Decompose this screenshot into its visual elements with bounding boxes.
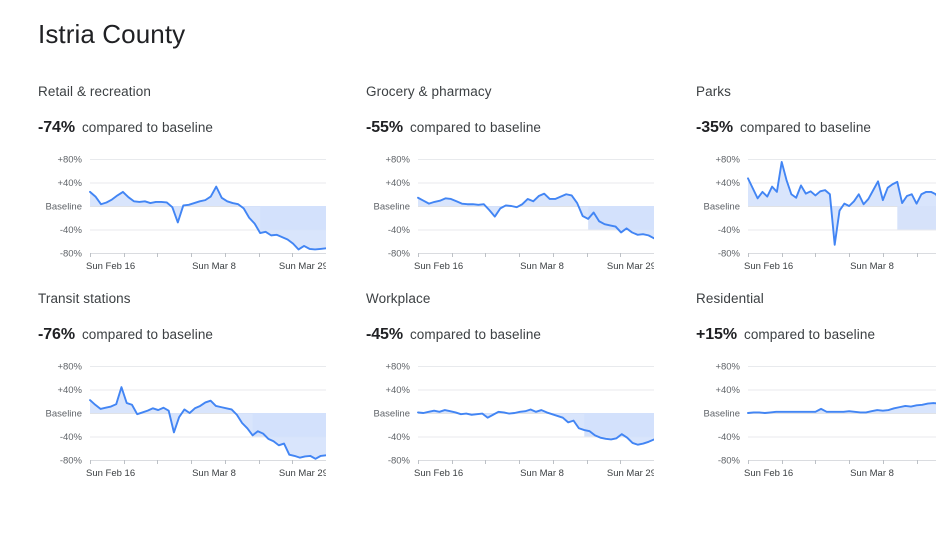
baseline-caption: compared to baseline <box>409 327 542 342</box>
percent-change: -45% <box>366 326 403 343</box>
baseline-caption: compared to baseline <box>743 327 876 342</box>
chart-title: Transit stations <box>38 291 131 306</box>
y-axis-tick-label: +80% <box>385 155 410 166</box>
page-title: Istria County <box>38 19 186 49</box>
x-axis-tick-label: Sun Feb 16 <box>86 468 135 479</box>
percent-change: +15% <box>696 326 737 343</box>
chart-plot[interactable]: +80% +40% Baseline -40% -80% Sun Feb 16 Sun Ma… <box>366 153 654 278</box>
percent-change: -35% <box>696 119 733 136</box>
y-axis-tick-label: +80% <box>715 155 740 166</box>
chart-title: Retail & recreation <box>38 84 151 99</box>
y-axis-tick-label: Baseline <box>46 202 82 213</box>
y-axis-tick-label: +40% <box>57 178 82 189</box>
y-axis-tick-label: Baseline <box>704 409 740 420</box>
y-axis-tick-label: +80% <box>57 362 82 373</box>
chart-card-workplace: Workplace -45% compared to baseline +80% +… <box>366 291 654 485</box>
x-axis-tick-label: Sun Feb 16 <box>744 468 793 479</box>
chart-summary: -35% compared to baseline <box>696 119 936 137</box>
x-axis-tick-label: Sun Mar 8 <box>192 468 236 479</box>
chart-title: Grocery & pharmacy <box>366 84 492 99</box>
x-axis-tick-label: Sun Feb 16 <box>414 261 463 272</box>
baseline-caption: compared to baseline <box>81 120 214 135</box>
x-axis-tick-label: Sun Feb 16 <box>86 261 135 272</box>
x-axis-tick-label: Sun Mar 29 <box>279 261 326 272</box>
chart-row-top: Retail & recreation -74% compared to base… <box>0 84 936 278</box>
chart-plot[interactable]: +80% +40% Baseline -40% -80% Sun Feb 16 Sun Ma… <box>366 360 654 485</box>
chart-summary: -76% compared to baseline <box>38 326 326 344</box>
y-axis-tick-label: +40% <box>715 178 740 189</box>
chart-plot[interactable]: +80% +40% Baseline -40% -80% Sun Feb 16 Sun Ma… <box>696 360 936 485</box>
y-axis-tick-label: -40% <box>388 432 411 443</box>
chart-card-parks: Parks -35% compared to baseline +80% +40% B… <box>696 84 936 278</box>
y-axis-tick-label: +40% <box>385 178 410 189</box>
chart-title: Workplace <box>366 291 431 306</box>
chart-card-residential: Residential +15% compared to baseline +80… <box>696 291 936 485</box>
y-axis-tick-label: Baseline <box>46 409 82 420</box>
chart-summary: -74% compared to baseline <box>38 119 326 137</box>
chart-plot[interactable]: +80% +40% Baseline -40% -80% Sun Feb 16 Sun Ma… <box>696 153 936 278</box>
y-axis-tick-label: -80% <box>718 456 741 467</box>
mobility-chart-grid: Retail & recreation -74% compared to base… <box>0 84 936 485</box>
y-axis-tick-label: -40% <box>718 432 741 443</box>
y-axis-tick-label: -40% <box>718 225 741 236</box>
y-axis-tick-label: -80% <box>60 456 83 467</box>
y-axis-tick-label: -80% <box>718 249 741 260</box>
chart-title: Parks <box>696 84 732 99</box>
x-axis-tick-label: Sun Mar 29 <box>279 468 326 479</box>
chart-title: Residential <box>696 291 764 306</box>
x-axis-tick-label: Sun Feb 16 <box>744 261 793 272</box>
chart-summary: -55% compared to baseline <box>366 119 654 137</box>
y-axis-tick-label: +40% <box>385 385 410 396</box>
y-axis-tick-label: -80% <box>60 249 83 260</box>
y-axis-tick-label: +40% <box>715 385 740 396</box>
chart-card-transit-stations: Transit stations -76% compared to baselin… <box>38 291 326 485</box>
percent-change: -74% <box>38 119 75 136</box>
percent-change: -55% <box>366 119 403 136</box>
y-axis-tick-label: +80% <box>57 155 82 166</box>
chart-row-bottom: Transit stations -76% compared to baselin… <box>0 291 936 485</box>
x-axis-tick-label: Sun Mar 29 <box>607 468 654 479</box>
x-axis-tick-label: Sun Mar 29 <box>607 261 654 272</box>
chart-plot[interactable]: +80% +40% Baseline -40% -80% Sun Feb 16 Sun Ma… <box>38 153 326 278</box>
baseline-caption: compared to baseline <box>409 120 542 135</box>
baseline-caption: compared to baseline <box>81 327 214 342</box>
chart-card-retail-recreation: Retail & recreation -74% compared to base… <box>38 84 326 278</box>
y-axis-tick-label: -40% <box>60 225 83 236</box>
x-axis-tick-label: Sun Feb 16 <box>414 468 463 479</box>
y-axis-tick-label: -40% <box>388 225 411 236</box>
x-axis-tick-label: Sun Mar 8 <box>520 468 564 479</box>
y-axis-tick-label: +40% <box>57 385 82 396</box>
y-axis-tick-label: Baseline <box>374 409 410 420</box>
x-axis-tick-label: Sun Mar 8 <box>520 261 564 272</box>
x-axis-tick-label: Sun Mar 8 <box>850 468 894 479</box>
y-axis-tick-label: -80% <box>388 456 411 467</box>
y-axis-tick-label: Baseline <box>704 202 740 213</box>
chart-summary: -45% compared to baseline <box>366 326 654 344</box>
y-axis-tick-label: -80% <box>388 249 411 260</box>
x-axis-tick-label: Sun Mar 8 <box>192 261 236 272</box>
y-axis-tick-label: +80% <box>385 362 410 373</box>
y-axis-tick-label: -40% <box>60 432 83 443</box>
chart-card-grocery-pharmacy: Grocery & pharmacy -55% compared to basel… <box>366 84 654 278</box>
chart-summary: +15% compared to baseline <box>696 326 936 344</box>
y-axis-tick-label: +80% <box>715 362 740 373</box>
x-axis-tick-label: Sun Mar 8 <box>850 261 894 272</box>
chart-plot[interactable]: +80% +40% Baseline -40% -80% Sun Feb 16 Sun Ma… <box>38 360 326 485</box>
baseline-caption: compared to baseline <box>739 120 872 135</box>
y-axis-tick-label: Baseline <box>374 202 410 213</box>
percent-change: -76% <box>38 326 75 343</box>
